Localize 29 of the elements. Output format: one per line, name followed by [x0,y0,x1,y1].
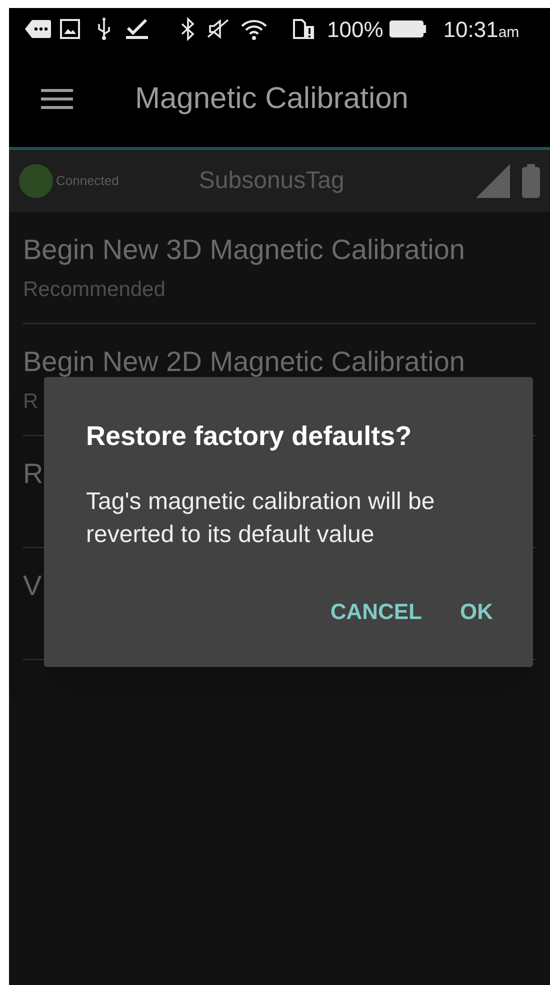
dialog-title: Restore factory defaults? [86,420,413,453]
image-icon [60,19,80,39]
more-icon [25,18,51,40]
item-title: R [23,457,44,491]
dialog-message: Tag's magnetic calibration will be reverted to its default value [86,486,436,550]
wifi-icon [239,17,269,41]
list-item[interactable]: Begin New 3D Magnetic Calibration Recommended [23,212,536,324]
bluetooth-icon [181,17,195,41]
item-title: Begin New 2D Magnetic Calibration [23,345,465,379]
item-title: V [23,569,42,603]
battery-icon [389,20,428,38]
menu-icon[interactable] [41,88,73,110]
item-subtitle: Recommended [23,277,166,303]
usb-icon [96,17,112,41]
dialog-button[interactable]: CANCEL [330,595,422,628]
item-subtitle: R [23,389,38,415]
device-name: SubsonusTag [198,166,344,196]
mute-icon [207,17,229,41]
clock-time: 10:31 [443,16,498,44]
battery-percentage: 100% [327,16,384,44]
dialog-button[interactable]: OK [460,595,493,628]
connection-status: Connected [56,172,119,190]
clock-suffix: am [498,22,520,42]
battery-icon [522,164,540,198]
checkmark-icon [126,18,148,40]
screen-title: Magnetic Calibration [135,81,408,117]
item-title: Begin New 3D Magnetic Calibration [23,233,465,267]
signal-icon [476,164,510,198]
sim-card-icon [293,18,315,40]
